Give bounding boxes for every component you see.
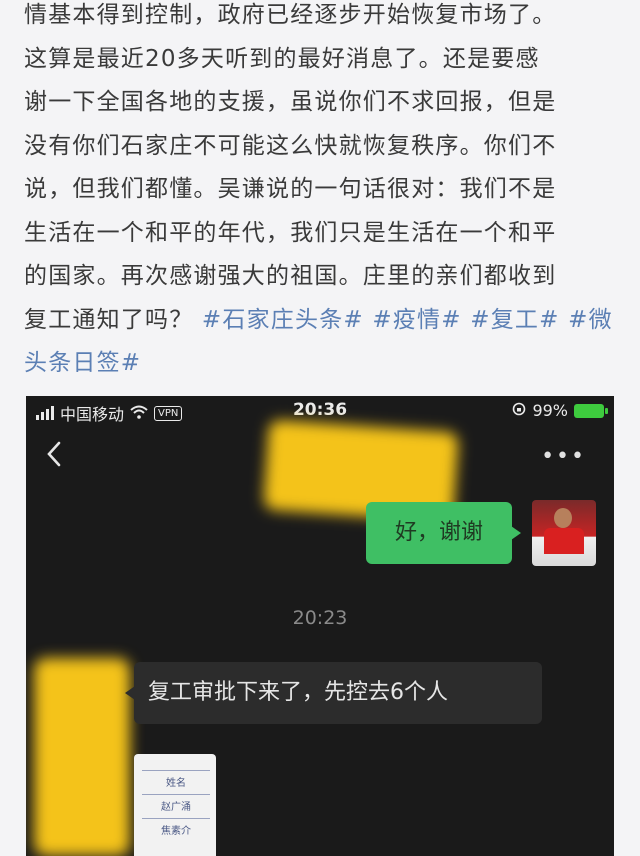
rotation-lock-icon — [512, 401, 526, 420]
document-image-message[interactable]: 姓名 赵广涌 焦素介 — [134, 754, 216, 856]
article-line: 头条日签# — [24, 342, 624, 386]
chat-screenshot: 中国移动 VPN 20:36 99% ••• 好，谢谢 20:23 复工审批下来… — [26, 396, 614, 856]
article-line-text: 复工通知了吗？ — [24, 306, 194, 333]
hashtag-link[interactable]: #复工# — [470, 307, 559, 333]
more-button[interactable]: ••• — [541, 444, 586, 469]
article-line: 复工通知了吗？ #石家庄头条# #疫情# #复工# #微 — [24, 299, 624, 343]
document-text: 焦素介 — [142, 818, 210, 837]
hashtag-link[interactable]: 头条日签# — [24, 350, 141, 376]
hashtag-link[interactable]: #疫情# — [372, 307, 461, 333]
user-avatar[interactable] — [532, 500, 596, 566]
chevron-left-icon — [47, 441, 61, 467]
sent-message-bubble[interactable]: 好，谢谢 — [366, 502, 521, 564]
received-message-bubble[interactable]: 复工审批下来了，先控去6个人 — [125, 662, 542, 724]
battery-icon — [574, 403, 608, 418]
article-line: 生活在一个和平的年代，我们只是生活在一个和平 — [24, 219, 557, 246]
redaction-blur-avatar — [34, 658, 130, 856]
hashtag-link[interactable]: #石家庄头条# — [202, 307, 364, 333]
document-text: 赵广涌 — [142, 794, 210, 813]
article-line: 情基本得到控制，政府已经逐步开始恢复市场了。 — [24, 2, 557, 28]
battery-percent: 99% — [532, 401, 568, 420]
back-button[interactable] — [46, 440, 62, 472]
article-line: 的国家。再次感谢强大的祖国。庄里的亲们都收到 — [24, 263, 557, 289]
article-text: 情基本得到控制，政府已经逐步开始恢复市场了。 这算是最近20多天听到的最好消息了… — [24, 0, 624, 386]
article-line: 谢一下全国各地的支援，虽说你们不求回报，但是 — [24, 89, 557, 115]
document-text: 姓名 — [142, 770, 210, 789]
status-bar: 中国移动 VPN 20:36 99% — [26, 396, 614, 426]
article-line: 说，但我们都懂。吴谦说的一句话很对：我们不是 — [24, 176, 557, 202]
status-right: 99% — [512, 401, 608, 420]
message-timestamp: 20:23 — [292, 607, 348, 629]
hashtag-link[interactable]: #微 — [568, 307, 613, 333]
article-line: 这算是最近20多天听到的最好消息了。还是要感 — [24, 45, 540, 72]
article-line: 没有你们石家庄不可能这么快就恢复秩序。你们不 — [24, 132, 557, 159]
